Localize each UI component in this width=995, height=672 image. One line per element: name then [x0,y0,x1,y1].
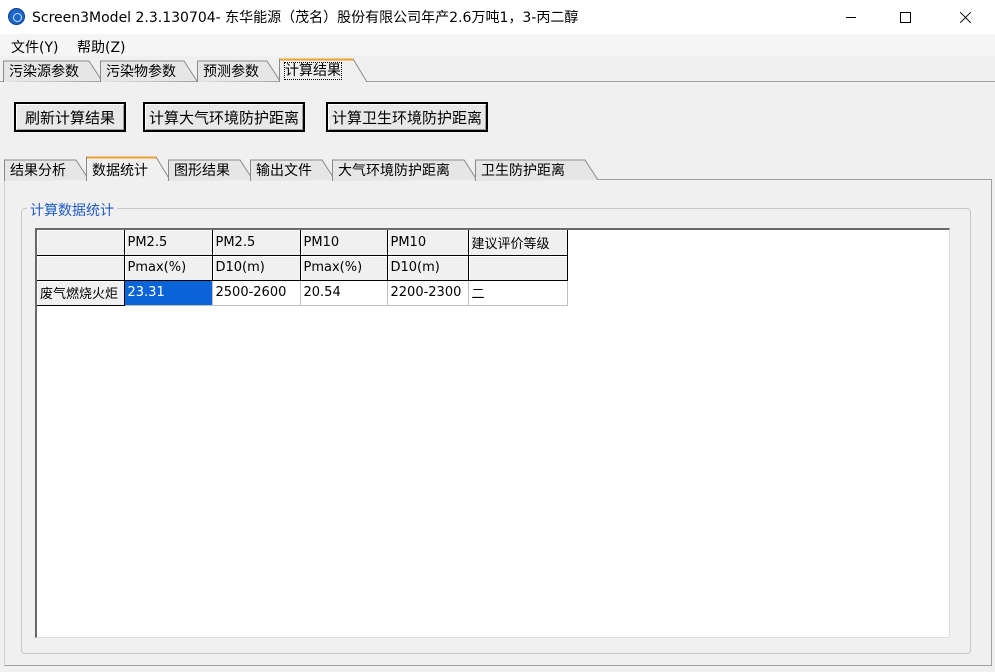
menu-file[interactable]: 文件(Y) [11,37,58,57]
grid-cell[interactable]: 2200-2300 [387,280,469,306]
maximize-button[interactable] [880,0,930,34]
grid-cell[interactable]: 2500-2600 [212,280,301,306]
tab-pollutant[interactable]: 污染物参数 [100,58,198,82]
refresh-results-button[interactable]: 刷新计算结果 [14,102,126,132]
maximize-icon [899,11,911,23]
tab-data-statistics[interactable]: 数据统计 [86,155,172,181]
tab-results[interactable]: 计算结果 [279,57,369,83]
tab-air-protection-distance[interactable]: 大气环境防护距离 [332,157,478,181]
grid-col-header[interactable]: PM2.5 [212,230,301,256]
grid-header-row: PM2.5 PM2.5 PM10 PM10 建议评价等级 [37,230,568,256]
grid-col-subheader[interactable] [468,255,568,281]
grid-col-header[interactable]: 建议评价等级 [468,230,568,256]
minimize-button[interactable] [826,0,876,34]
grid-corner [37,230,125,256]
grid-cell[interactable]: 20.54 [300,280,388,306]
tab-health-protection-distance[interactable]: 卫生防护距离 [475,157,599,181]
tab-label: 结果分析 [10,163,66,179]
calc-health-distance-button[interactable]: 计算卫生环境防护距离 [326,102,488,132]
tab-label: 数据统计 [92,163,148,179]
title-bar: Screen3Model 2.3.130704- 东华能源（茂名）股份有限公司年… [0,0,995,34]
menu-help[interactable]: 帮助(Z) [77,37,126,57]
grid-row-header[interactable]: 废气燃烧火炬 [37,280,125,306]
tab-label: 大气环境防护距离 [338,163,450,179]
menu-bar: 文件(Y) 帮助(Z) [0,34,995,56]
close-button[interactable] [940,0,990,34]
grid-col-subheader[interactable]: D10(m) [387,255,469,281]
tab-label: 预测参数 [203,64,259,80]
tab-result-analysis[interactable]: 结果分析 [4,157,90,181]
grid-col-subheader[interactable]: D10(m) [212,255,301,281]
grid-col-header[interactable]: PM10 [387,230,469,256]
group-title: 计算数据统计 [27,200,117,220]
statistics-grid[interactable]: PM2.5 PM2.5 PM10 PM10 建议评价等级 Pmax(%) D10… [35,228,950,638]
tab-label: 污染物参数 [106,64,176,80]
grid-col-subheader[interactable]: Pmax(%) [300,255,388,281]
grid-col-subheader[interactable]: Pmax(%) [124,255,213,281]
grid-col-header[interactable]: PM2.5 [124,230,213,256]
tab-label: 图形结果 [174,163,230,179]
grid-cell[interactable]: 二 [468,280,568,306]
grid-corner [37,255,125,281]
tab-label: 污染源参数 [9,64,79,80]
grid-col-header[interactable]: PM10 [300,230,388,256]
app-icon [8,8,25,25]
grid-table: PM2.5 PM2.5 PM10 PM10 建议评价等级 Pmax(%) D10… [37,230,568,306]
tab-label: 输出文件 [256,163,312,179]
tab-output-file[interactable]: 输出文件 [250,157,336,181]
grid-subheader-row: Pmax(%) D10(m) Pmax(%) D10(m) [37,255,568,281]
tab-label: 卫生防护距离 [481,163,565,179]
tab-graphic-results[interactable]: 图形结果 [168,157,254,181]
close-icon [959,11,972,24]
table-row: 废气燃烧火炬 23.31 2500-2600 20.54 2200-2300 二 [37,280,568,306]
grid-cell-selected[interactable]: 23.31 [124,280,213,306]
tab-pollution-source[interactable]: 污染源参数 [3,58,103,82]
window-title: Screen3Model 2.3.130704- 东华能源（茂名）股份有限公司年… [32,10,579,26]
tab-prediction-params[interactable]: 预测参数 [197,58,281,82]
calc-air-distance-button[interactable]: 计算大气环境防护距离 [143,102,305,132]
tab-label: 计算结果 [284,62,342,80]
minimize-icon [846,16,856,18]
